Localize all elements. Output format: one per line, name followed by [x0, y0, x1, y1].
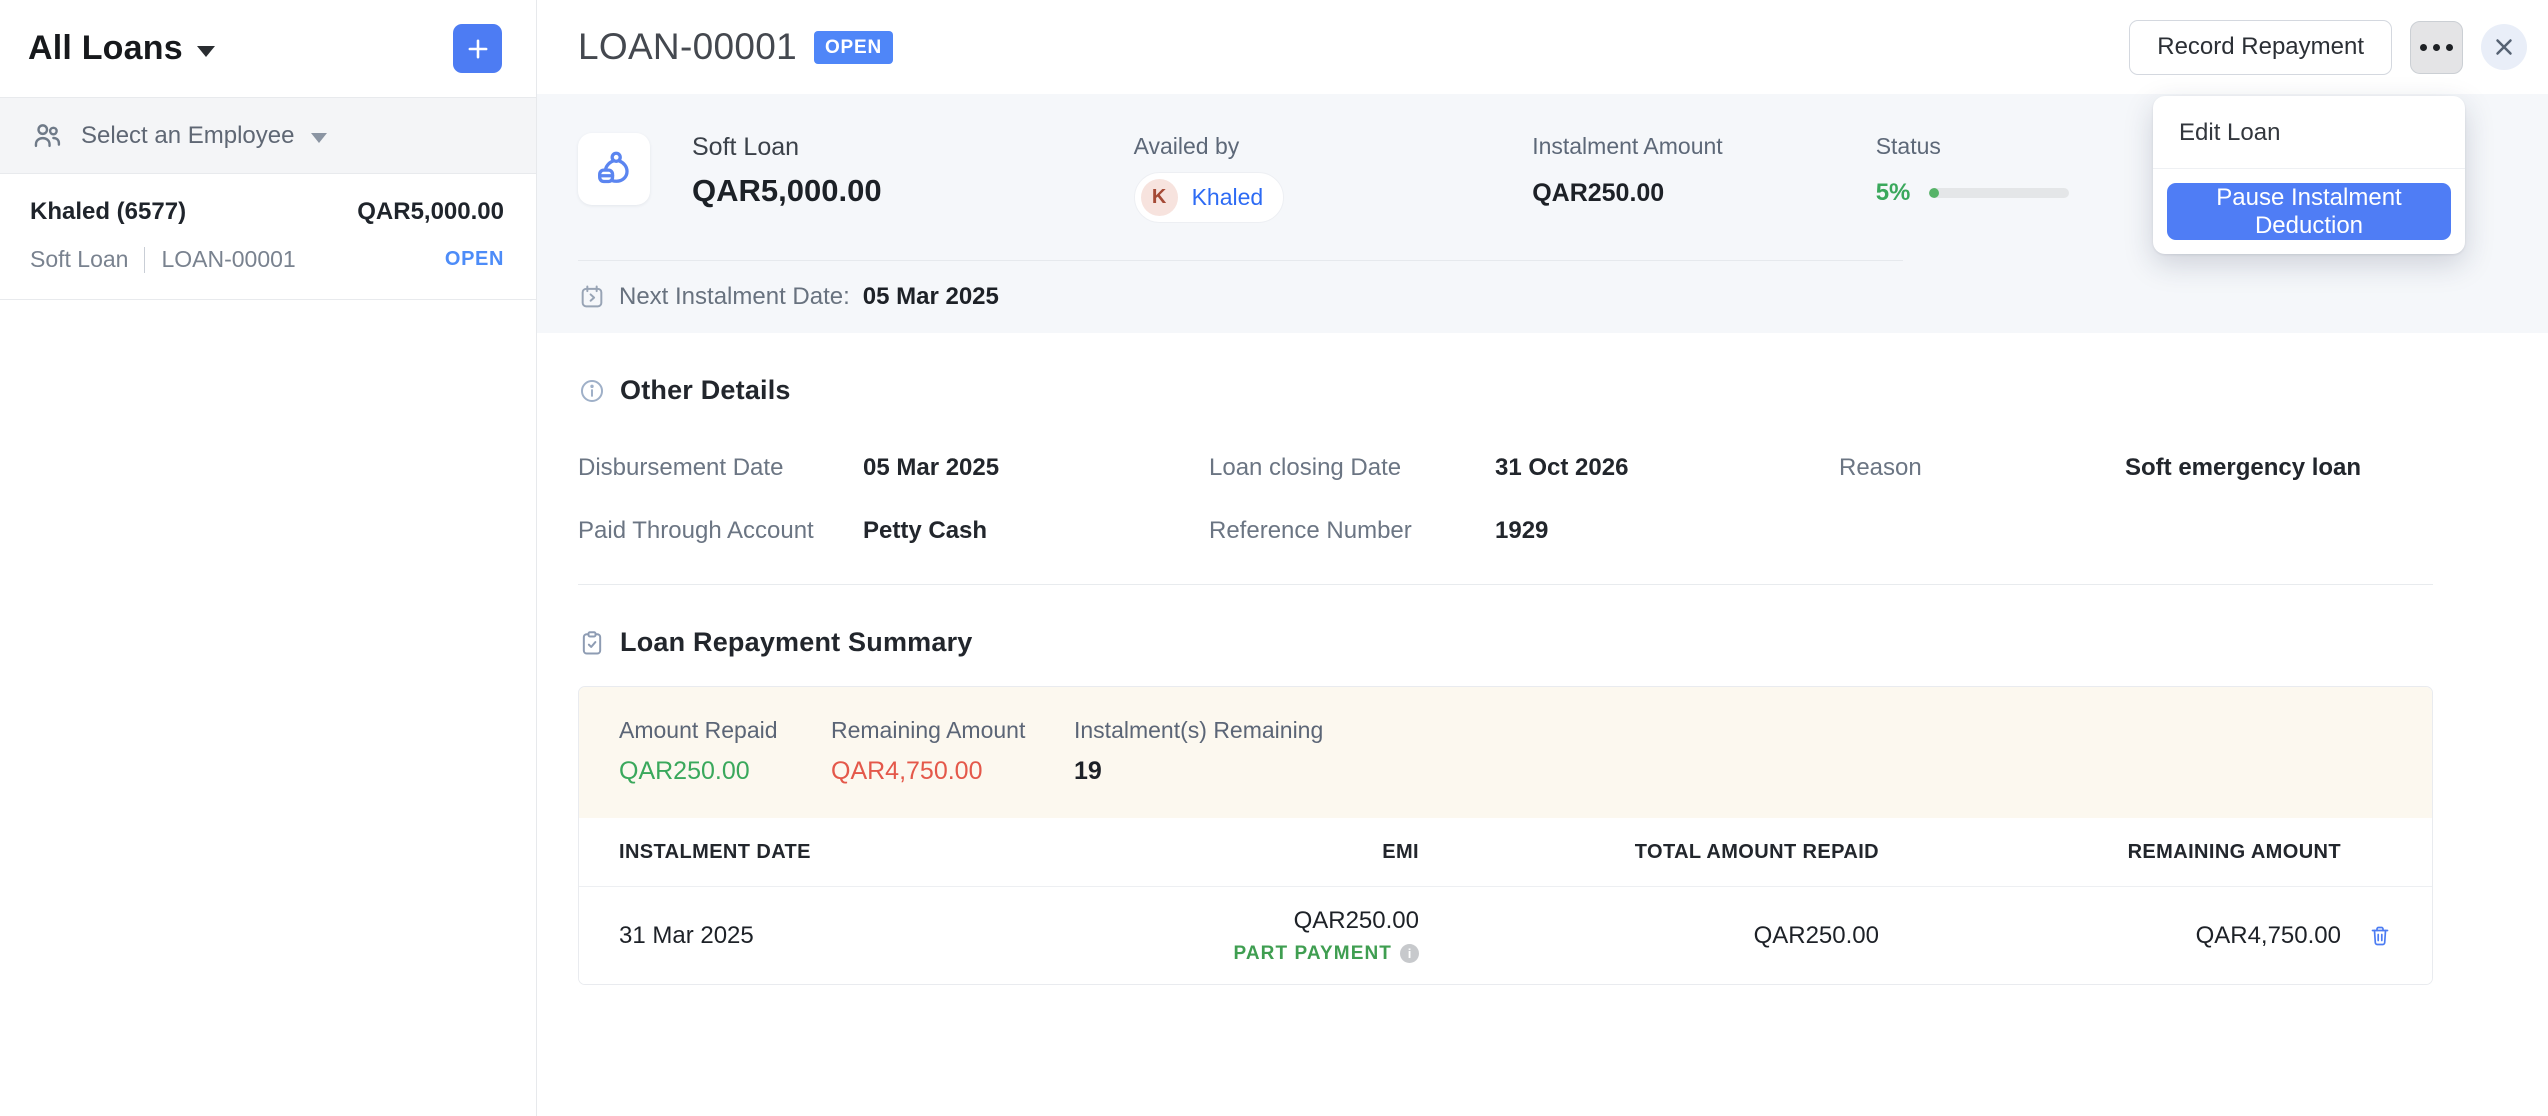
- field-value: 1929: [1495, 517, 1839, 545]
- status-progress-bar: [1929, 188, 2069, 198]
- info-circle-icon: [578, 377, 606, 405]
- amount-repaid-value: QAR250.00: [619, 757, 831, 786]
- page-title: LOAN-00001: [578, 26, 797, 68]
- other-details-title: Other Details: [620, 375, 791, 406]
- record-repayment-button[interactable]: Record Repayment: [2129, 20, 2392, 75]
- field-value: Petty Cash: [863, 517, 1209, 545]
- availed-by-label: Availed by: [1134, 133, 1285, 160]
- instalment-amount-label: Instalment Amount: [1532, 133, 1723, 160]
- field-value: Soft emergency loan: [2125, 454, 2433, 482]
- column-header: TOTAL AMOUNT REPAID: [1419, 841, 1879, 864]
- plus-icon: [464, 35, 492, 63]
- divider: [578, 584, 2433, 585]
- divider: [144, 247, 145, 273]
- detail-header: LOAN-00001 OPEN Record Repayment: [537, 0, 2548, 94]
- next-instalment-row: Next Instalment Date: 05 Mar 2025: [578, 261, 2507, 333]
- chevron-down-icon: [197, 46, 215, 57]
- calendar-chevron-icon: [578, 283, 606, 311]
- field-label: Reference Number: [1209, 517, 1495, 545]
- employee-filter-label: Select an Employee: [81, 122, 294, 150]
- field-value: 05 Mar 2025: [863, 454, 1209, 482]
- sidebar: All Loans Select an Employee Khaled (657…: [0, 0, 537, 1116]
- field-label: Disbursement Date: [578, 454, 863, 482]
- menu-item-edit-loan[interactable]: Edit Loan: [2153, 96, 2465, 168]
- part-payment-tag: PART PAYMENT: [1233, 943, 1392, 965]
- close-button[interactable]: [2481, 24, 2527, 70]
- loan-item-amount: QAR5,000.00: [357, 198, 504, 226]
- close-icon: [2491, 34, 2517, 60]
- loan-item-id: LOAN-00001: [161, 246, 295, 273]
- stat-label: Amount Repaid: [619, 717, 831, 744]
- next-instalment-date: 05 Mar 2025: [863, 283, 999, 311]
- detail-content: Other Details Disbursement Date 05 Mar 2…: [537, 333, 2548, 1116]
- field-label: Reason: [1839, 454, 2125, 482]
- avatar: K: [1141, 179, 1178, 216]
- field-label: Paid Through Account: [578, 517, 863, 545]
- loan-item-status-badge: OPEN: [445, 248, 504, 271]
- repayment-summary-box: Amount Repaid QAR250.00 Remaining Amount…: [578, 686, 2433, 985]
- employee-pill[interactable]: K Khaled: [1134, 172, 1285, 223]
- part-payment-info-icon[interactable]: i: [1400, 944, 1419, 963]
- clipboard-check-icon: [578, 629, 606, 657]
- loan-app-window: All Loans Select an Employee Khaled (657…: [0, 0, 2548, 1116]
- remaining-cell: QAR4,750.00: [1879, 922, 2341, 950]
- loan-list-item[interactable]: Khaled (6577) QAR5,000.00 Soft Loan LOAN…: [0, 174, 536, 300]
- field-value: 31 Oct 2026: [1495, 454, 1839, 482]
- sidebar-header: All Loans: [0, 0, 536, 97]
- field-label: Loan closing Date: [1209, 454, 1495, 482]
- progress-percent: 5%: [1876, 179, 1911, 207]
- remaining-amount-value: QAR4,750.00: [831, 757, 1074, 786]
- column-header: EMI: [1099, 841, 1419, 864]
- instalment-date-cell: 31 Mar 2025: [619, 922, 1099, 950]
- more-actions-menu: Edit Loan Pause Instalment Deduction: [2153, 96, 2465, 254]
- delete-repayment-button[interactable]: [2368, 924, 2392, 948]
- all-loans-dropdown[interactable]: All Loans: [28, 29, 215, 68]
- employee-link[interactable]: Khaled: [1192, 184, 1264, 211]
- trash-icon: [2368, 924, 2392, 948]
- loan-item-type: Soft Loan: [30, 246, 128, 273]
- instalments-remaining-value: 19: [1074, 757, 2392, 786]
- add-loan-button[interactable]: [453, 24, 502, 73]
- instalment-amount-value: QAR250.00: [1532, 179, 1723, 208]
- repayment-summary-title: Loan Repayment Summary: [620, 627, 973, 658]
- table-row: 31 Mar 2025 QAR250.00 PART PAYMENT i QAR…: [579, 887, 2432, 984]
- stat-label: Instalment(s) Remaining: [1074, 717, 2392, 744]
- loan-type-label: Soft Loan: [692, 133, 882, 162]
- sidebar-title: All Loans: [28, 29, 183, 68]
- stat-label: Remaining Amount: [831, 717, 1074, 744]
- money-bag-icon: [592, 147, 636, 191]
- status-progress-fill: [1929, 188, 1939, 198]
- column-header: INSTALMENT DATE: [619, 841, 1099, 864]
- other-details-grid: Disbursement Date 05 Mar 2025 Loan closi…: [578, 436, 2433, 562]
- column-header: REMAINING AMOUNT: [1879, 841, 2341, 864]
- chevron-down-icon: [311, 133, 327, 143]
- pause-instalment-deduction-button[interactable]: Pause Instalment Deduction: [2167, 183, 2451, 240]
- status-badge: OPEN: [814, 31, 893, 64]
- status-label: Status: [1876, 133, 2070, 160]
- dot-icon: [2446, 44, 2453, 51]
- more-actions-button[interactable]: [2410, 21, 2463, 74]
- table-header-row: INSTALMENT DATE EMI TOTAL AMOUNT REPAID …: [579, 818, 2432, 887]
- repayment-stats: Amount Repaid QAR250.00 Remaining Amount…: [579, 687, 2432, 818]
- next-instalment-label: Next Instalment Date:: [619, 283, 850, 311]
- total-repaid-cell: QAR250.00: [1419, 922, 1879, 950]
- dot-icon: [2420, 44, 2427, 51]
- loan-item-employee: Khaled (6577): [30, 198, 186, 226]
- loan-amount: QAR5,000.00: [692, 173, 882, 209]
- emi-cell: QAR250.00: [1294, 907, 1419, 935]
- loan-type-icon-card: [578, 133, 650, 205]
- people-icon: [30, 119, 64, 153]
- employee-filter[interactable]: Select an Employee: [0, 97, 536, 174]
- divider: [2153, 168, 2465, 169]
- dot-icon: [2433, 44, 2440, 51]
